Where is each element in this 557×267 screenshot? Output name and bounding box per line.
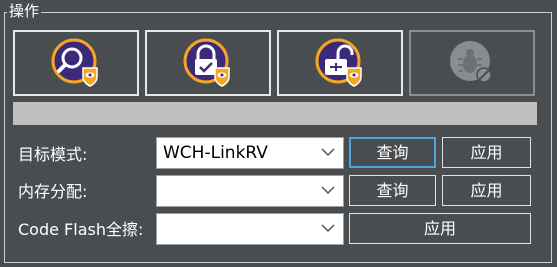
bug-disabled-icon xyxy=(450,41,492,83)
chevron-down-icon xyxy=(321,148,335,157)
target-mode-value: WCH-LinkRV xyxy=(163,143,268,163)
memory-select[interactable] xyxy=(156,175,344,207)
memory-label: 内存分配: xyxy=(18,182,88,201)
search-eye-shield-icon xyxy=(51,38,98,87)
group-title: 操作 xyxy=(7,2,42,20)
target-mode-select[interactable]: WCH-LinkRV xyxy=(156,137,344,169)
lock-closed-eye-shield-icon xyxy=(183,38,230,87)
code-flash-select[interactable] xyxy=(156,213,344,245)
target-mode-apply-button[interactable]: 应用 xyxy=(442,137,531,168)
code-flash-apply-button[interactable]: 应用 xyxy=(349,213,531,244)
memory-apply-button[interactable]: 应用 xyxy=(442,175,531,206)
memory-query-button[interactable]: 查询 xyxy=(349,175,436,206)
lock-open-eye-shield-icon xyxy=(315,38,362,87)
code-flash-erase-label: Code Flash全擦: xyxy=(18,220,144,239)
target-mode-label: 目标模式: xyxy=(18,145,88,164)
chevron-down-icon xyxy=(321,224,335,233)
chevron-down-icon xyxy=(321,186,335,195)
debug-button[interactable] xyxy=(409,30,535,96)
search-button[interactable] xyxy=(13,30,139,96)
progress-bar xyxy=(13,102,537,125)
lock-button[interactable] xyxy=(145,30,271,96)
target-mode-query-button[interactable]: 查询 xyxy=(349,137,436,168)
unlock-button[interactable] xyxy=(277,30,403,96)
